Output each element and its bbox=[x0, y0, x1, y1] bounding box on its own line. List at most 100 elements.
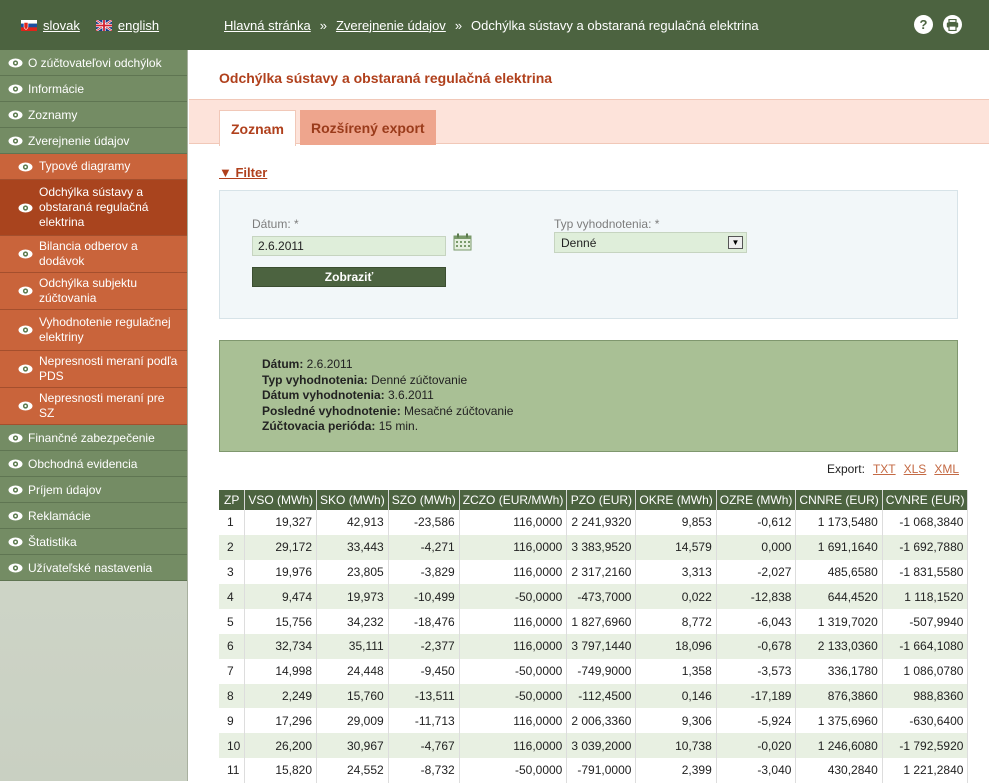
breadcrumb-separator: » bbox=[319, 17, 327, 33]
tab-zoznam[interactable]: Zoznam bbox=[219, 110, 296, 146]
table-cell: -50,0000 bbox=[459, 683, 568, 709]
eye-icon bbox=[8, 58, 23, 67]
table-header-cell[interactable]: OZRE (MWh) bbox=[716, 490, 797, 510]
table-cell: -17,189 bbox=[716, 683, 797, 709]
table-cell: 1 319,7020 bbox=[795, 609, 883, 634]
table-cell: 1 246,6080 bbox=[795, 733, 883, 758]
table-cell: 26,200 bbox=[244, 733, 318, 758]
eye-icon bbox=[18, 203, 33, 212]
table-cell: 10 bbox=[219, 733, 246, 758]
calendar-icon[interactable] bbox=[453, 233, 472, 251]
sidebar-item-financne-zabezpecenie[interactable]: Finančné zabezpečenie bbox=[0, 425, 187, 451]
sidebar-item-prijem-udajov[interactable]: Príjem údajov bbox=[0, 477, 187, 503]
table-cell: 116,0000 bbox=[459, 534, 568, 560]
export-txt-link[interactable]: TXT bbox=[873, 462, 896, 476]
summary-value: 3.6.2011 bbox=[384, 388, 434, 403]
summary-value: Mesačné zúčtovanie bbox=[400, 403, 514, 418]
eye-icon bbox=[18, 325, 33, 335]
sidebar-subitem-nepresnosti-merani-pre-sz[interactable]: Nepresnosti meraní pre SZ bbox=[0, 388, 187, 425]
table-header-cell[interactable]: ZCZO (EUR/MWh) bbox=[459, 490, 568, 510]
date-label: Dátum: * bbox=[252, 217, 299, 231]
table-header-cell[interactable]: CNNRE (EUR) bbox=[795, 490, 883, 510]
sidebar-item-o-zuctovatelovi-odchylok[interactable]: O zúčtovateľovi odchýlok bbox=[0, 50, 187, 76]
eye-icon bbox=[8, 84, 23, 93]
table-cell: -13,511 bbox=[388, 683, 460, 709]
sidebar-subitem-bilancia-odberov-a-dodavok[interactable]: Bilancia odberov a dodávok bbox=[0, 236, 187, 273]
evaluation-type-label: Typ vyhodnotenia: * bbox=[554, 217, 660, 231]
table-header-cell[interactable]: VSO (MWh) bbox=[244, 490, 318, 510]
eye-icon bbox=[18, 249, 33, 259]
sidebar-item-reklamacie[interactable]: Reklamácie bbox=[0, 503, 187, 529]
sidebar-item-uzivatelske-nastavenia[interactable]: Užívateľské nastavenia bbox=[0, 555, 187, 581]
table-header-cell[interactable]: OKRE (MWh) bbox=[635, 490, 717, 510]
export-label: Export: bbox=[826, 462, 865, 476]
eye-icon bbox=[8, 459, 23, 468]
summary-label: Dátum vyhodnotenia: bbox=[262, 388, 385, 403]
filter-toggle[interactable]: ▼ Filter bbox=[219, 165, 267, 180]
table-cell: -3,040 bbox=[716, 757, 797, 783]
table-row: 3 19,976 23,805 -3,829 116,0000 2 317,2160 3,3… bbox=[219, 559, 969, 585]
table-cell: 116,0000 bbox=[459, 733, 568, 758]
print-icon[interactable] bbox=[943, 15, 962, 34]
help-icon[interactable]: ? bbox=[914, 15, 933, 34]
summary-value: 2.6.2011 bbox=[303, 357, 353, 371]
table-header-cell[interactable]: ZP bbox=[219, 490, 246, 510]
sidebar-subitem-odchylka-subjektu-zuctovania[interactable]: Odchýlka subjektu zúčtovania bbox=[0, 273, 187, 310]
sidebar-subitem-vyhodnotenie-regulacnej-elektriny[interactable]: Vyhodnotenie regulačnej elektriny bbox=[0, 310, 187, 351]
table-cell: 3 039,2000 bbox=[566, 733, 637, 758]
table-cell: 4 bbox=[219, 584, 246, 610]
table-header-cell[interactable]: PZO (EUR) bbox=[566, 490, 637, 510]
table-cell: -0,678 bbox=[716, 633, 797, 659]
sidebar-bottom-group: Finančné zabezpečenie Obchodná evidencia P… bbox=[0, 425, 187, 581]
eye-icon bbox=[18, 364, 33, 374]
sidebar-subitem-label: Odchýlka subjektu zúčtovania bbox=[39, 276, 138, 305]
table-header-cell[interactable]: CVNRE (EUR) bbox=[882, 490, 969, 510]
lang-slovak[interactable]: slovak bbox=[21, 18, 80, 33]
table-cell: -630,6400 bbox=[882, 708, 969, 734]
filter-panel: Dátum: * Zobraziť Typ vyhodnotenia: * De… bbox=[219, 190, 958, 319]
breadcrumb-home[interactable]: Hlavná stránka bbox=[224, 18, 311, 33]
sidebar-subitem-nepresnosti-merani-podla-pds[interactable]: Nepresnosti meraní podľa PDS bbox=[0, 351, 187, 388]
table-cell: 9,306 bbox=[635, 708, 717, 734]
breadcrumb-section[interactable]: Zverejnenie údajov bbox=[336, 18, 446, 33]
tab-extended-export[interactable]: Rozšírený export bbox=[300, 110, 436, 145]
table-cell: -791,0000 bbox=[566, 757, 637, 783]
sidebar-item-obchodna-evidencia[interactable]: Obchodná evidencia bbox=[0, 451, 187, 477]
table-cell: 644,4520 bbox=[795, 584, 883, 610]
eye-icon bbox=[8, 537, 23, 546]
table-cell: 19,327 bbox=[244, 510, 318, 535]
evaluation-type-select[interactable]: Denné ▼ bbox=[554, 232, 747, 253]
date-input[interactable] bbox=[252, 236, 446, 256]
sidebar-item-statistika[interactable]: Štatistika bbox=[0, 529, 187, 555]
submit-button[interactable]: Zobraziť bbox=[252, 267, 446, 287]
export-xls-link[interactable]: XLS bbox=[904, 462, 927, 476]
evaluation-type-value: Denné bbox=[561, 235, 597, 250]
sidebar-item-label: Finančné zabezpečenie bbox=[28, 430, 155, 445]
printer-glyph bbox=[946, 18, 959, 31]
table-cell: -50,0000 bbox=[459, 757, 568, 783]
table-header-cell[interactable]: SKO (MWh) bbox=[316, 490, 389, 510]
dropdown-arrow-icon[interactable]: ▼ bbox=[728, 236, 743, 249]
table-cell: -9,450 bbox=[388, 658, 460, 684]
table-cell: 17,296 bbox=[244, 708, 318, 734]
page-title: Odchýlka sústavy a obstaraná regulačná e… bbox=[219, 70, 553, 86]
sidebar-item-zoznamy[interactable]: Zoznamy bbox=[0, 102, 187, 128]
sidebar-subitem-typove-diagramy[interactable]: Typové diagramy bbox=[0, 154, 187, 180]
table-cell: -112,4500 bbox=[566, 683, 637, 709]
table-cell: 1 691,1640 bbox=[795, 534, 883, 560]
lang-english[interactable]: english bbox=[95, 18, 159, 33]
sidebar-item-zverejnenie-udajov[interactable]: Zverejnenie údajov bbox=[0, 128, 187, 154]
table-cell: 116,0000 bbox=[459, 633, 568, 659]
top-icons: ? bbox=[914, 15, 962, 34]
sidebar-item-informacie[interactable]: Informácie bbox=[0, 76, 187, 102]
data-table: ZP VSO (MWh) SKO (MWh) SZO (MWh) ZCZO (EUR/M… bbox=[219, 490, 969, 783]
sidebar-sub-group: Typové diagramy Odchýlka sústavy a obstar… bbox=[0, 154, 187, 425]
table-cell: 1 221,2840 bbox=[882, 757, 969, 783]
table-cell: 14,998 bbox=[244, 658, 318, 684]
table-cell: 42,913 bbox=[316, 510, 389, 535]
sidebar-subitem-odchylka-sustavy-a-obstarana-regulacna-elektrina[interactable]: Odchýlka sústavy a obstaraná regulačná e… bbox=[0, 180, 187, 236]
export-xml-link[interactable]: XML bbox=[934, 462, 959, 476]
table-cell: 18,096 bbox=[635, 633, 717, 659]
table-header-cell[interactable]: SZO (MWh) bbox=[388, 490, 460, 510]
table-cell: 9,853 bbox=[635, 510, 717, 535]
